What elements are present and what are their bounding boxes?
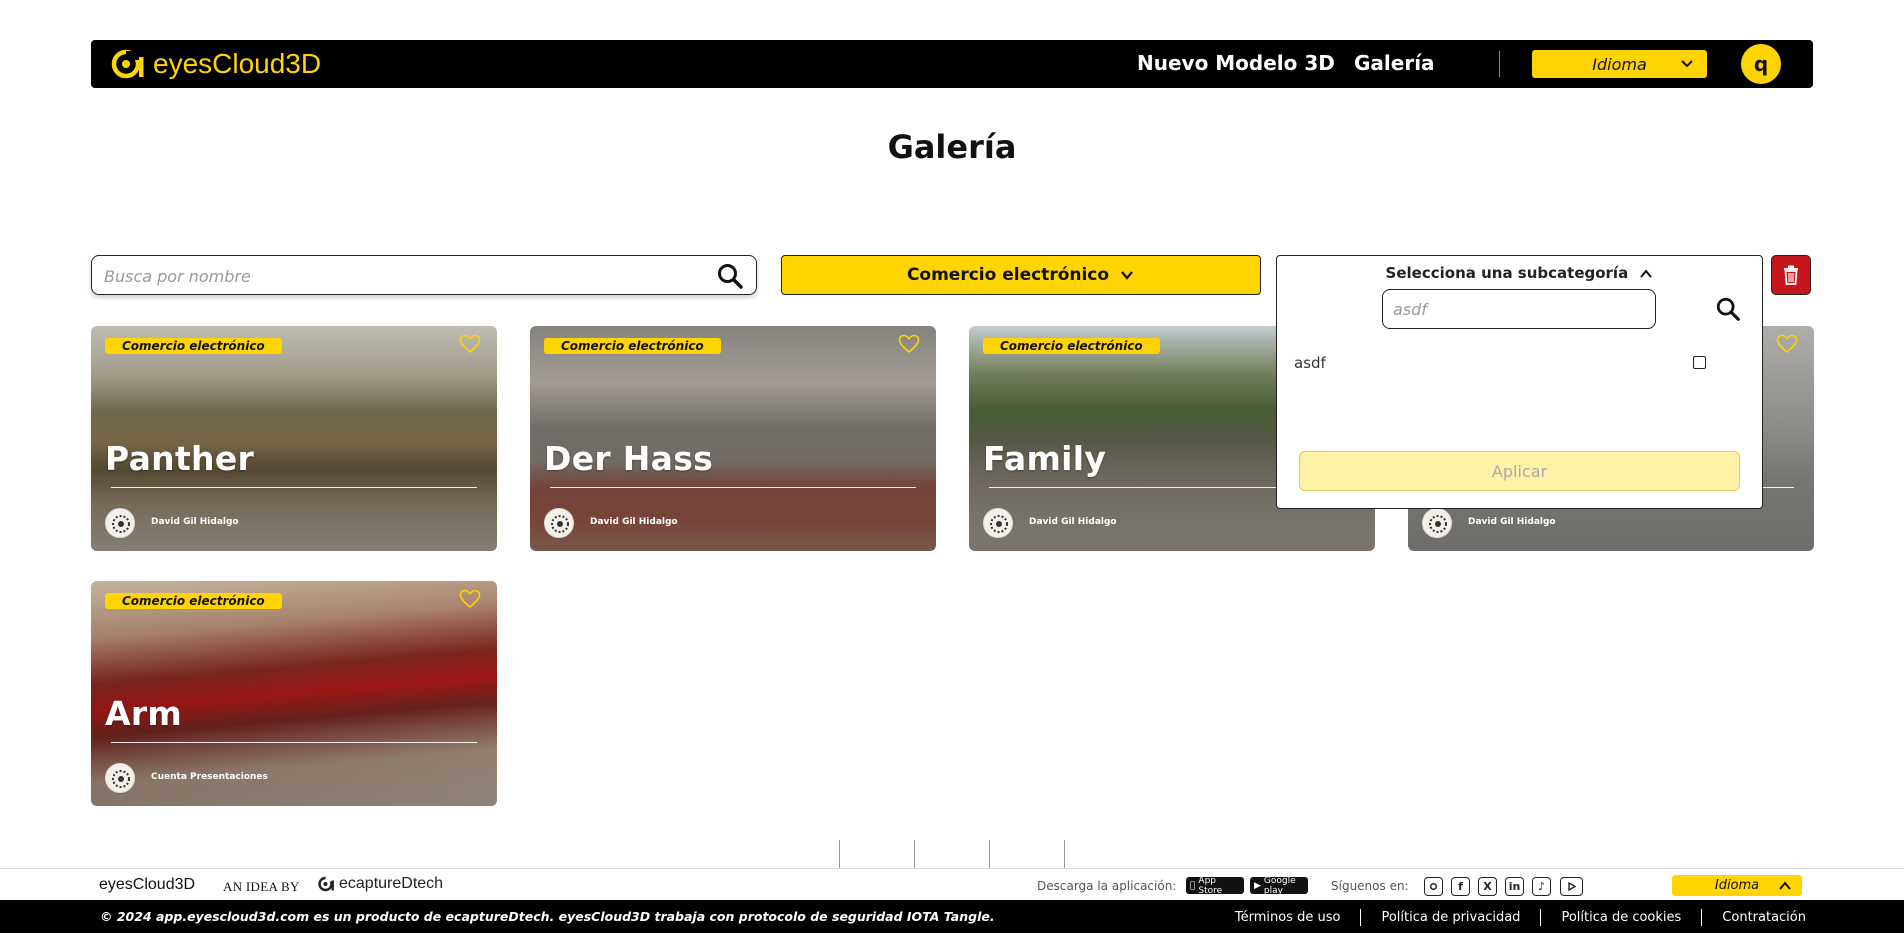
subcategory-option-checkbox[interactable] [1693,356,1706,369]
facebook-icon[interactable]: f [1451,877,1470,896]
card-title: Arm [105,694,183,733]
card-title: Der Hass [544,439,714,478]
pagination-divider [839,840,840,870]
heart-icon[interactable] [459,334,481,354]
partner-name: ecaptureDtech [339,875,444,892]
footer-bottom: © 2024 app.eyescloud3d.com es un product… [0,900,1904,933]
chevron-up-icon [1779,881,1791,890]
category-dropdown[interactable]: Comercio electrónico [781,255,1261,295]
author-avatar [105,508,135,538]
language-label: Idioma [1592,54,1647,74]
author-avatar [1422,508,1452,538]
nav-divider [1499,51,1500,77]
trash-icon [1784,265,1798,285]
apply-button[interactable]: Aplicar [1299,451,1740,491]
search-box [91,255,757,295]
footer-idea-by: AN IDEA BY [223,879,300,894]
chevron-up-icon [1640,268,1653,278]
footer-language-select[interactable]: Idioma [1672,875,1802,896]
card-title: Panther [105,439,255,478]
pagination-divider [1064,840,1065,870]
youtube-icon[interactable] [1560,877,1583,896]
apple-icon:  [1190,881,1195,891]
card-author: David Gil Hidalgo [1029,517,1117,527]
tiktok-icon[interactable]: ♪ [1532,877,1551,896]
x-icon[interactable]: X [1478,877,1497,896]
heart-icon[interactable] [459,589,481,609]
chevron-down-icon [1121,271,1133,280]
card-category-badge: Comercio electrónico [983,338,1160,354]
subcategory-option-label: asdf [1294,354,1326,372]
search-icon[interactable] [716,262,744,290]
search-icon[interactable] [1715,296,1741,322]
card-category-badge: Comercio electrónico [105,338,282,354]
follow-label: Síguenos en: [1331,879,1409,893]
subcategory-panel: Selecciona una subcategoría asdf asdf Ap… [1276,255,1763,509]
card-author: David Gil Hidalgo [590,517,678,527]
author-avatar [105,763,135,793]
logo-icon [111,49,144,79]
top-navbar: eyesCloud3D Nuevo Modelo 3D Galería Idio… [91,40,1813,88]
gallery-card[interactable]: Comercio electrónico Panther David Gil H… [91,326,497,551]
ecapture-logo-icon [318,876,334,892]
privacy-link[interactable]: Política de privacidad [1381,910,1520,925]
app-store-label: App Store [1194,876,1239,896]
footer-links: Términos de uso Política de privacidad P… [1235,909,1806,926]
apply-label: Aplicar [1491,461,1548,481]
cookies-link[interactable]: Política de cookies [1561,910,1681,925]
subcategory-header: Selecciona una subcategoría [1385,264,1629,282]
subcategory-toggle[interactable]: Selecciona una subcategoría [1277,264,1762,282]
pagination-divider [914,840,915,870]
instagram-icon[interactable] [1424,877,1443,896]
logo-text: eyesCloud3D [153,48,322,79]
pagination-divider [989,840,990,870]
language-select[interactable]: Idioma [1532,50,1707,78]
play-icon: ▶ [1254,880,1261,891]
subcategory-search-input[interactable]: asdf [1382,289,1656,329]
gallery-card[interactable]: Comercio electrónico Der Hass David Gil … [530,326,936,551]
google-play-label: Google play [1263,875,1296,896]
clear-filters-button[interactable] [1771,255,1811,295]
user-avatar-button[interactable]: q [1741,44,1781,84]
card-category-badge: Comercio electrónico [544,338,721,354]
linkedin-icon[interactable]: in [1505,877,1524,896]
footer-brand[interactable]: eyesCloud3D [99,876,195,894]
nav-gallery[interactable]: Galería [1354,51,1435,75]
heart-icon[interactable] [1776,334,1798,354]
footer-language-label: Idioma [1714,878,1760,893]
heart-icon[interactable] [898,334,920,354]
card-author: David Gil Hidalgo [1468,517,1556,527]
card-title: Family [983,439,1107,478]
contracting-link[interactable]: Contratación [1722,910,1806,925]
author-avatar [983,508,1013,538]
download-label: Descarga la aplicación: [1037,879,1177,893]
footer-top: eyesCloud3D AN IDEA BY ecaptureDtech Des… [0,868,1904,900]
chevron-down-icon [1681,60,1693,68]
avatar-initial: q [1753,52,1769,76]
copyright-text: © 2024 app.eyescloud3d.com es un product… [100,909,995,924]
author-avatar [544,508,574,538]
search-input[interactable] [102,263,682,289]
card-author: David Gil Hidalgo [151,517,239,527]
card-category-badge: Comercio electrónico [105,593,282,609]
card-author: Cuenta Presentaciones [151,772,268,782]
nav-new-model[interactable]: Nuevo Modelo 3D [1137,51,1335,75]
partner-logo[interactable]: ecaptureDtech [318,875,443,893]
app-store-badge[interactable]:  App Store [1186,876,1244,896]
terms-link[interactable]: Términos de uso [1235,910,1341,925]
page-title: Galería [887,128,1017,166]
logo[interactable]: eyesCloud3D [111,48,321,80]
gallery-card[interactable]: Comercio electrónico Arm Cuenta Presenta… [91,581,497,806]
google-play-badge[interactable]: ▶ Google play [1250,875,1308,896]
subcategory-search-value: asdf [1393,299,1427,319]
category-label: Comercio electrónico [906,265,1110,285]
